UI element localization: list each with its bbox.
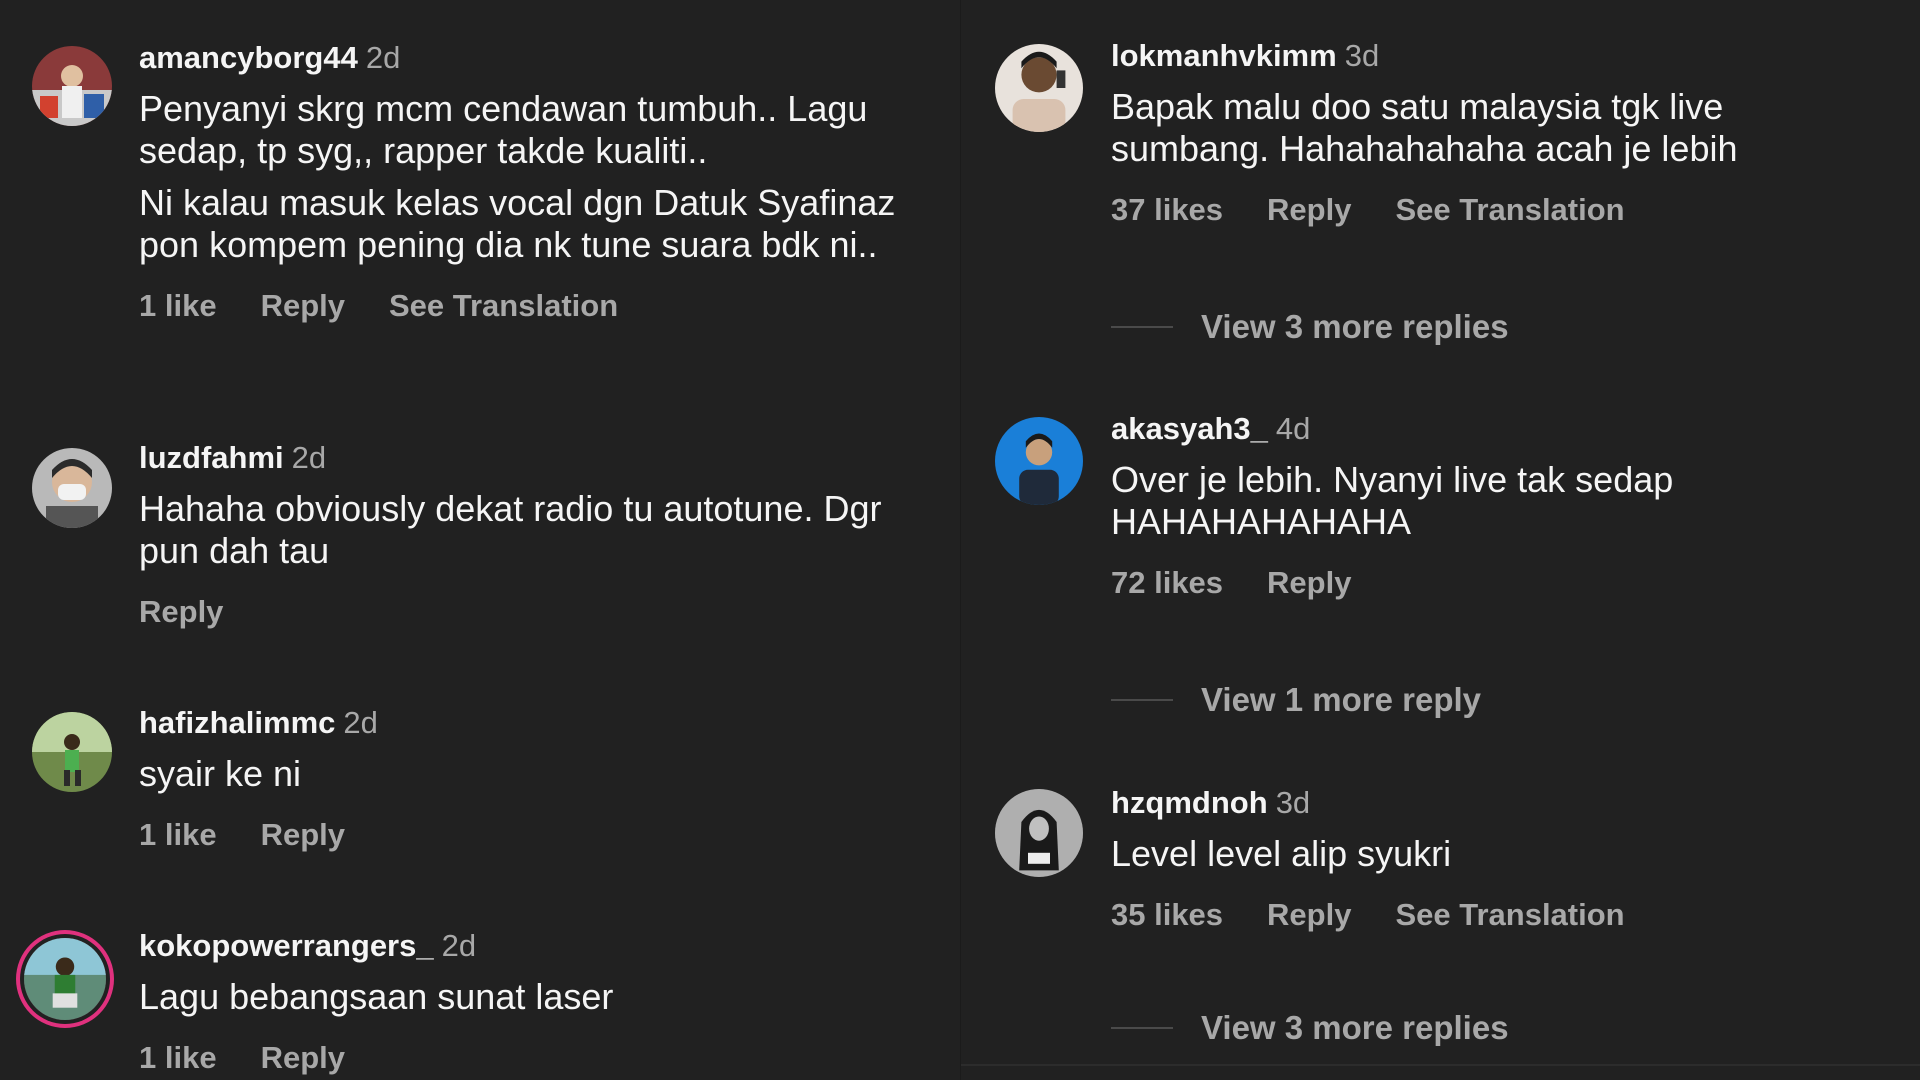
timestamp: 2d — [365, 40, 401, 75]
avatar[interactable] — [995, 44, 1083, 132]
reply-button[interactable]: Reply — [1267, 192, 1351, 228]
like-count[interactable]: 1 like — [139, 817, 217, 853]
timestamp: 4d — [1275, 411, 1311, 446]
view-replies-label[interactable]: View 1 more reply — [1201, 681, 1481, 719]
reply-thread-line — [1111, 326, 1173, 328]
comment-text: Lagu bebangsaan sunat laser — [139, 976, 920, 1018]
username[interactable]: luzdfahmi — [139, 440, 284, 475]
like-count[interactable]: 35 likes — [1111, 897, 1223, 933]
view-replies-label[interactable]: View 3 more replies — [1201, 308, 1509, 346]
left-comment-column: amancyborg44 2d Penyanyi skrg mcm cendawa… — [0, 0, 960, 1080]
user-avatar-icon — [32, 448, 112, 528]
see-translation-button[interactable]: See Translation — [1395, 192, 1624, 228]
comment-text: Hahaha obviously dekat radio tu autotune… — [139, 488, 920, 572]
comment-paragraph: Level level alip syukri — [1111, 833, 1452, 874]
comment-paragraph: Ni kalau masuk kelas vocal dgn Datuk Sya… — [139, 182, 896, 265]
user-avatar-icon — [32, 712, 112, 792]
comment-paragraph: Lagu bebangsaan sunat laser — [139, 976, 614, 1017]
comment-text: syair ke ni — [139, 753, 920, 795]
like-count[interactable]: 1 like — [139, 1040, 217, 1076]
username[interactable]: akasyah3_ — [1111, 411, 1268, 446]
avatar[interactable] — [995, 789, 1083, 877]
reply-button[interactable]: Reply — [1267, 565, 1351, 601]
username[interactable]: amancyborg44 — [139, 40, 358, 75]
comment-text: Bapak malu doo satu malaysia tgk live su… — [1111, 86, 1881, 170]
reply-thread-line — [1111, 699, 1173, 701]
comment-paragraph: syair ke ni — [139, 753, 302, 794]
reply-button[interactable]: Reply — [261, 288, 345, 324]
timestamp: 3d — [1344, 38, 1380, 73]
see-translation-button[interactable]: See Translation — [1395, 897, 1624, 933]
see-translation-button[interactable]: See Translation — [389, 288, 618, 324]
reply-button[interactable]: Reply — [1267, 897, 1351, 933]
avatar[interactable] — [995, 417, 1083, 505]
comment-text: Over je lebih. Nyanyi live tak sedap HAH… — [1111, 459, 1881, 543]
like-count[interactable]: 72 likes — [1111, 565, 1223, 601]
avatar[interactable] — [32, 448, 112, 528]
view-more-replies[interactable]: View 3 more replies — [1111, 308, 1509, 346]
divider — [961, 1064, 1920, 1066]
comment-paragraph: Hahaha obviously dekat radio tu autotune… — [139, 488, 882, 571]
reply-button[interactable]: Reply — [261, 1040, 345, 1076]
view-replies-label[interactable]: View 3 more replies — [1201, 1009, 1509, 1047]
view-more-replies[interactable]: View 1 more reply — [1111, 681, 1481, 719]
reply-thread-line — [1111, 1027, 1173, 1029]
user-avatar-icon — [995, 789, 1083, 877]
user-avatar-icon — [24, 938, 106, 1020]
username[interactable]: hzqmdnoh — [1111, 785, 1268, 820]
user-avatar-icon — [995, 44, 1083, 132]
comment-text: Level level alip syukri — [1111, 833, 1881, 875]
comment-paragraph: Bapak malu doo satu malaysia tgk live su… — [1111, 86, 1738, 169]
comment-paragraph: Over je lebih. Nyanyi live tak sedap HAH… — [1111, 459, 1674, 542]
like-count[interactable]: 37 likes — [1111, 192, 1223, 228]
comment-paragraph: Penyanyi skrg mcm cendawan tumbuh.. Lagu… — [139, 88, 868, 171]
comment-text: Penyanyi skrg mcm cendawan tumbuh.. Lagu… — [139, 88, 920, 266]
view-more-replies[interactable]: View 3 more replies — [1111, 1009, 1509, 1047]
reply-button[interactable]: Reply — [261, 817, 345, 853]
like-count[interactable]: 1 like — [139, 288, 217, 324]
username[interactable]: lokmanhvkimm — [1111, 38, 1337, 73]
username[interactable]: kokopowerrangers_ — [139, 928, 434, 963]
username[interactable]: hafizhalimmc — [139, 705, 335, 740]
timestamp: 2d — [441, 928, 477, 963]
avatar[interactable] — [32, 712, 112, 792]
avatar[interactable] — [32, 46, 112, 126]
avatar[interactable] — [24, 938, 106, 1020]
user-avatar-icon — [995, 417, 1083, 505]
timestamp: 2d — [343, 705, 378, 740]
reply-button[interactable]: Reply — [139, 594, 223, 630]
timestamp: 3d — [1275, 785, 1311, 820]
right-comment-column: lokmanhvkimm 3d Bapak malu doo satu malay… — [960, 0, 1920, 1080]
timestamp: 2d — [291, 440, 327, 475]
user-avatar-icon — [32, 46, 112, 126]
